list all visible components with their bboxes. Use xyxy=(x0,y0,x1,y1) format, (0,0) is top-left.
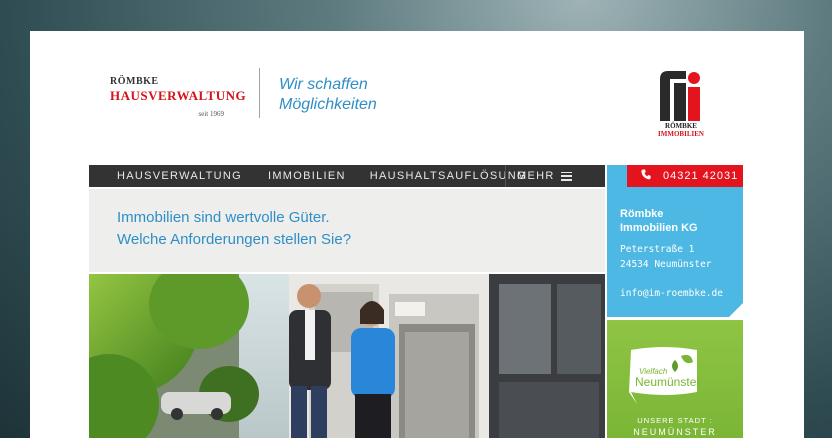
slogan: Wir schaffen Möglichkeiten xyxy=(279,75,377,115)
header-divider xyxy=(259,68,260,118)
nav-more-label: MEHR xyxy=(517,170,555,182)
page: RÖMBKE HAUSVERWALTUNG seit 1969 Wir scha… xyxy=(30,31,804,438)
panel-corner-fold xyxy=(729,303,743,317)
contact-company: Römbke Immobilien KG xyxy=(620,207,698,235)
nav-more-button[interactable]: MEHR xyxy=(517,165,572,187)
slogan-line1: Wir schaffen xyxy=(279,76,368,93)
contact-company-line1: Römbke xyxy=(620,208,664,220)
tagline-line1: Immobilien sind wertvolle Güter. xyxy=(117,209,330,226)
nav-divider xyxy=(505,165,506,187)
logo-line2: HAUSVERWALTUNG xyxy=(110,88,247,103)
immobilien-logo-mark xyxy=(660,71,700,121)
nav-item-hausverwaltung[interactable]: HAUSVERWALTUNG xyxy=(89,170,242,182)
tagline-line2: Welche Anforderungen stellen Sie? xyxy=(117,231,352,248)
hausverwaltung-logo[interactable]: RÖMBKE HAUSVERWALTUNG seit 1969 xyxy=(110,76,247,118)
immobilien-logo-line2: IMMOBILIEN xyxy=(658,130,704,138)
hero-photo-illustration xyxy=(89,274,605,438)
logo-since: seit 1969 xyxy=(198,110,224,118)
phone-button[interactable]: 04321 42031 xyxy=(627,165,743,187)
neumuenster-promo[interactable]: Vielfach Neumünster UNSERE STADT : NEUMÜ… xyxy=(607,320,743,438)
contact-street: Peterstraße 1 xyxy=(620,244,695,255)
promo-subtitle: UNSERE STADT : xyxy=(637,416,713,425)
contact-panel: Römbke Immobilien KG Peterstraße 1 24534… xyxy=(607,165,743,317)
badge-big-text: Neumünster xyxy=(635,375,701,389)
hero-photo xyxy=(89,274,605,438)
immobilien-logo-line1: RÖMBKE xyxy=(665,122,697,130)
logo-line1: RÖMBKE xyxy=(110,76,159,87)
phone-number: 04321 42031 xyxy=(663,170,739,182)
promo-city: NEUMÜNSTER xyxy=(633,427,717,437)
contact-company-line2: Immobilien KG xyxy=(620,222,698,234)
tagline-box: Immobilien sind wertvolle Güter. Welche … xyxy=(89,189,605,272)
contact-address: Peterstraße 1 24534 Neumünster xyxy=(620,242,712,272)
immobilien-logo[interactable]: RÖMBKE IMMOBILIEN xyxy=(650,69,712,141)
menu-icon xyxy=(560,171,572,181)
main-nav: HAUSVERWALTUNG IMMOBILIEN HAUSHALTSAUFLÖ… xyxy=(89,165,605,187)
slogan-line2: Möglichkeiten xyxy=(279,96,377,113)
contact-city: 24534 Neumünster xyxy=(620,259,712,270)
phone-icon xyxy=(641,169,655,183)
nav-item-haushaltsaufloesung[interactable]: HAUSHALTSAUFLÖSUNG xyxy=(346,170,527,182)
nav-item-immobilien[interactable]: IMMOBILIEN xyxy=(242,170,346,182)
contact-email-link[interactable]: info@im-roembke.de xyxy=(620,288,723,299)
